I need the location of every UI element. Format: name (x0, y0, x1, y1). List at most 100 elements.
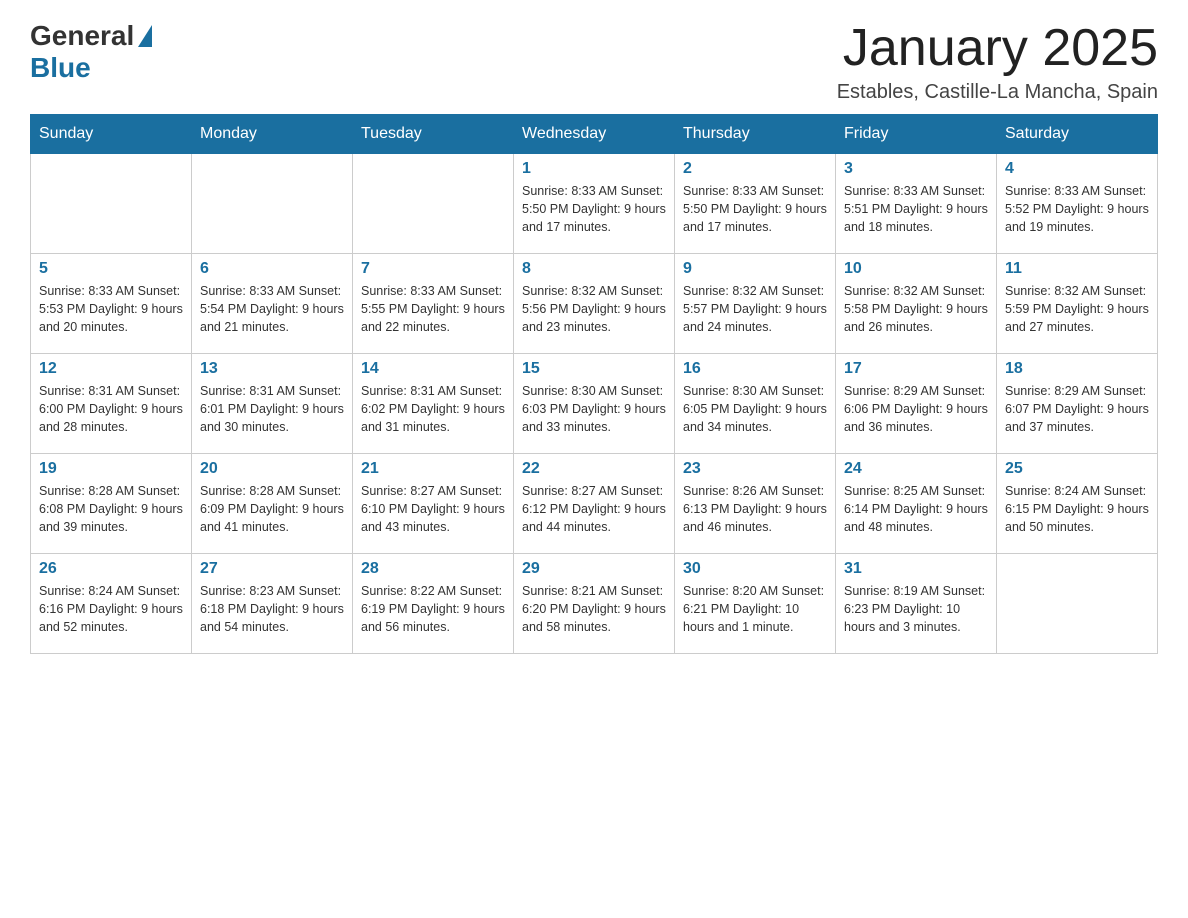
day-number: 1 (522, 160, 666, 178)
day-number: 29 (522, 560, 666, 578)
day-number: 30 (683, 560, 827, 578)
day-number: 12 (39, 360, 183, 378)
day-number: 5 (39, 260, 183, 278)
calendar-cell: 26Sunrise: 8:24 AM Sunset: 6:16 PM Dayli… (31, 554, 192, 654)
day-info: Sunrise: 8:32 AM Sunset: 5:57 PM Dayligh… (683, 282, 827, 336)
day-info: Sunrise: 8:28 AM Sunset: 6:08 PM Dayligh… (39, 482, 183, 536)
calendar-cell: 6 Sunrise: 8:33 AM Sunset: 5:54 PM Daylig… (192, 254, 353, 354)
day-number: 20 (200, 460, 344, 478)
header-monday: Monday (192, 115, 353, 154)
calendar-week-5: 26Sunrise: 8:24 AM Sunset: 6:16 PM Dayli… (31, 554, 1158, 654)
day-number: 19 (39, 460, 183, 478)
day-info: Sunrise: 8:32 AM Sunset: 5:59 PM Dayligh… (1005, 282, 1149, 336)
day-number: 10 (844, 260, 988, 278)
day-number: 28 (361, 560, 505, 578)
header-sunday: Sunday (31, 115, 192, 154)
calendar-cell: 14 Sunrise: 8:31 AM Sunset: 6:02 PM Dayli… (353, 354, 514, 454)
calendar-cell: 18 Sunrise: 8:29 AM Sunset: 6:07 PM Dayli… (997, 354, 1158, 454)
day-info: Sunrise: 8:33 AM Sunset: 5:52 PM Dayligh… (1005, 182, 1149, 236)
logo-triangle-icon (138, 25, 152, 47)
calendar-cell: 27Sunrise: 8:23 AM Sunset: 6:18 PM Dayli… (192, 554, 353, 654)
day-number: 9 (683, 260, 827, 278)
day-info: Sunrise: 8:27 AM Sunset: 6:10 PM Dayligh… (361, 482, 505, 536)
logo-general-text: General (30, 20, 134, 52)
day-info: Sunrise: 8:31 AM Sunset: 6:02 PM Dayligh… (361, 382, 505, 436)
calendar-cell: 28 Sunrise: 8:22 AM Sunset: 6:19 PM Dayli… (353, 554, 514, 654)
day-number: 23 (683, 460, 827, 478)
day-info: Sunrise: 8:30 AM Sunset: 6:05 PM Dayligh… (683, 382, 827, 436)
day-number: 27 (200, 560, 344, 578)
calendar-cell: 29 Sunrise: 8:21 AM Sunset: 6:20 PM Dayli… (514, 554, 675, 654)
calendar-cell: 4 Sunrise: 8:33 AM Sunset: 5:52 PM Daylig… (997, 154, 1158, 254)
calendar-cell: 12 Sunrise: 8:31 AM Sunset: 6:00 PM Dayli… (31, 354, 192, 454)
day-info: Sunrise: 8:24 AM Sunset: 6:15 PM Dayligh… (1005, 482, 1149, 536)
calendar-cell: 25 Sunrise: 8:24 AM Sunset: 6:15 PM Dayli… (997, 454, 1158, 554)
day-info: Sunrise: 8:33 AM Sunset: 5:51 PM Dayligh… (844, 182, 988, 236)
day-number: 16 (683, 360, 827, 378)
day-info: Sunrise: 8:29 AM Sunset: 6:07 PM Dayligh… (1005, 382, 1149, 436)
day-info: Sunrise: 8:29 AM Sunset: 6:06 PM Dayligh… (844, 382, 988, 436)
calendar-cell: 13Sunrise: 8:31 AM Sunset: 6:01 PM Dayli… (192, 354, 353, 454)
calendar-week-4: 19 Sunrise: 8:28 AM Sunset: 6:08 PM Dayli… (31, 454, 1158, 554)
calendar-cell: 17 Sunrise: 8:29 AM Sunset: 6:06 PM Dayli… (836, 354, 997, 454)
header-friday: Friday (836, 115, 997, 154)
day-number: 18 (1005, 360, 1149, 378)
header-thursday: Thursday (675, 115, 836, 154)
day-number: 31 (844, 560, 988, 578)
calendar-cell: 30 Sunrise: 8:20 AM Sunset: 6:21 PM Dayli… (675, 554, 836, 654)
calendar-cell: 16 Sunrise: 8:30 AM Sunset: 6:05 PM Dayli… (675, 354, 836, 454)
day-number: 14 (361, 360, 505, 378)
calendar-cell: 19 Sunrise: 8:28 AM Sunset: 6:08 PM Dayli… (31, 454, 192, 554)
calendar-cell: 31Sunrise: 8:19 AM Sunset: 6:23 PM Dayli… (836, 554, 997, 654)
calendar-header-row: SundayMondayTuesdayWednesdayThursdayFrid… (31, 115, 1158, 154)
calendar-table: SundayMondayTuesdayWednesdayThursdayFrid… (30, 114, 1158, 654)
day-info: Sunrise: 8:22 AM Sunset: 6:19 PM Dayligh… (361, 582, 505, 636)
calendar-week-3: 12 Sunrise: 8:31 AM Sunset: 6:00 PM Dayli… (31, 354, 1158, 454)
day-number: 25 (1005, 460, 1149, 478)
day-number: 15 (522, 360, 666, 378)
day-number: 2 (683, 160, 827, 178)
day-number: 8 (522, 260, 666, 278)
calendar-cell (997, 554, 1158, 654)
calendar-week-2: 5 Sunrise: 8:33 AM Sunset: 5:53 PM Daylig… (31, 254, 1158, 354)
calendar-cell: 23Sunrise: 8:26 AM Sunset: 6:13 PM Dayli… (675, 454, 836, 554)
day-info: Sunrise: 8:20 AM Sunset: 6:21 PM Dayligh… (683, 582, 827, 636)
calendar-week-1: 1 Sunrise: 8:33 AM Sunset: 5:50 PM Daylig… (31, 154, 1158, 254)
day-info: Sunrise: 8:33 AM Sunset: 5:54 PM Dayligh… (200, 282, 344, 336)
day-number: 11 (1005, 260, 1149, 278)
header: General Blue January 2025 Estables, Cast… (30, 20, 1158, 104)
day-number: 17 (844, 360, 988, 378)
calendar-cell: 21Sunrise: 8:27 AM Sunset: 6:10 PM Dayli… (353, 454, 514, 554)
calendar-title: January 2025 (837, 20, 1158, 77)
day-info: Sunrise: 8:31 AM Sunset: 6:00 PM Dayligh… (39, 382, 183, 436)
calendar-cell: 20Sunrise: 8:28 AM Sunset: 6:09 PM Dayli… (192, 454, 353, 554)
day-number: 22 (522, 460, 666, 478)
day-number: 6 (200, 260, 344, 278)
calendar-cell: 5 Sunrise: 8:33 AM Sunset: 5:53 PM Daylig… (31, 254, 192, 354)
calendar-cell: 15 Sunrise: 8:30 AM Sunset: 6:03 PM Dayli… (514, 354, 675, 454)
day-number: 13 (200, 360, 344, 378)
calendar-subtitle: Estables, Castille-La Mancha, Spain (837, 81, 1158, 104)
logo-blue-text: Blue (30, 52, 91, 84)
day-number: 3 (844, 160, 988, 178)
day-info: Sunrise: 8:33 AM Sunset: 5:50 PM Dayligh… (683, 182, 827, 236)
day-number: 24 (844, 460, 988, 478)
calendar-cell: 2 Sunrise: 8:33 AM Sunset: 5:50 PM Daylig… (675, 154, 836, 254)
day-info: Sunrise: 8:21 AM Sunset: 6:20 PM Dayligh… (522, 582, 666, 636)
header-wednesday: Wednesday (514, 115, 675, 154)
calendar-cell: 8 Sunrise: 8:32 AM Sunset: 5:56 PM Daylig… (514, 254, 675, 354)
title-block: January 2025 Estables, Castille-La Manch… (837, 20, 1158, 104)
calendar-cell: 7Sunrise: 8:33 AM Sunset: 5:55 PM Daylig… (353, 254, 514, 354)
calendar-cell: 22Sunrise: 8:27 AM Sunset: 6:12 PM Dayli… (514, 454, 675, 554)
day-info: Sunrise: 8:33 AM Sunset: 5:53 PM Dayligh… (39, 282, 183, 336)
day-info: Sunrise: 8:33 AM Sunset: 5:50 PM Dayligh… (522, 182, 666, 236)
day-number: 4 (1005, 160, 1149, 178)
calendar-cell: 1 Sunrise: 8:33 AM Sunset: 5:50 PM Daylig… (514, 154, 675, 254)
logo: General Blue (30, 20, 152, 84)
day-info: Sunrise: 8:32 AM Sunset: 5:56 PM Dayligh… (522, 282, 666, 336)
header-tuesday: Tuesday (353, 115, 514, 154)
day-info: Sunrise: 8:30 AM Sunset: 6:03 PM Dayligh… (522, 382, 666, 436)
calendar-cell: 24Sunrise: 8:25 AM Sunset: 6:14 PM Dayli… (836, 454, 997, 554)
calendar-cell (192, 154, 353, 254)
calendar-cell: 3 Sunrise: 8:33 AM Sunset: 5:51 PM Daylig… (836, 154, 997, 254)
